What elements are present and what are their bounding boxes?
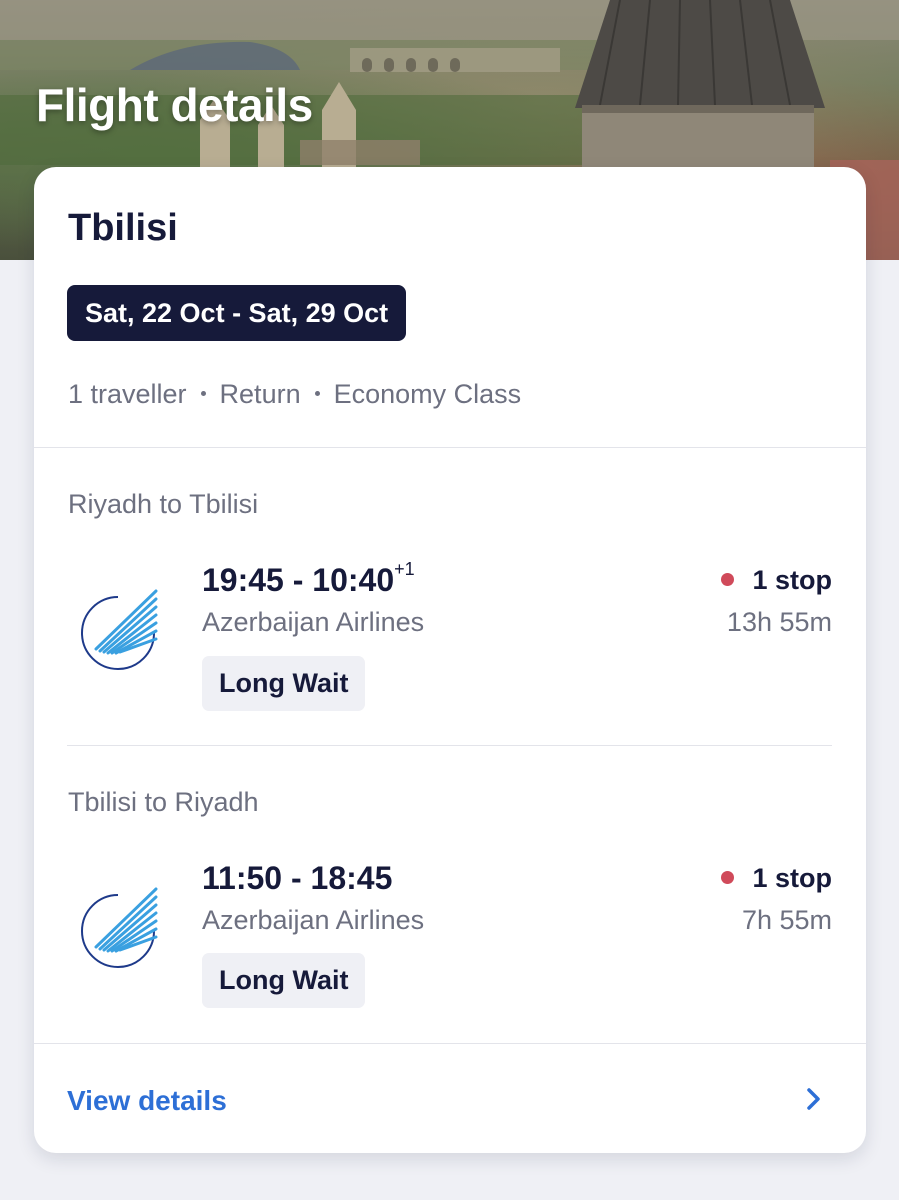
traveller-count: 1 traveller (68, 379, 187, 409)
long-wait-badge: Long Wait (202, 656, 366, 711)
stops-count: 1 stop (721, 565, 832, 596)
flight-duration: 13h 55m (726, 607, 832, 637)
trip-type: Return (219, 379, 301, 409)
azerbaijan-airlines-logo-icon (81, 589, 158, 670)
date-range-badge: Sat, 22 Oct - Sat, 29 Oct (67, 285, 407, 341)
leg-title-outbound: Riyadh to Tbilisi (68, 489, 259, 519)
stop-dot-icon (721, 871, 735, 884)
destination-title: Tbilisi (68, 207, 178, 249)
stop-dot-icon (721, 573, 735, 586)
trip-meta: 1 traveller Return Economy Class (68, 379, 521, 410)
cabin-class: Economy Class (333, 379, 522, 409)
flight-duration: 7h 55m (741, 905, 832, 935)
divider (67, 745, 832, 746)
flight-times-text: 11:50 - 18:45 (202, 860, 393, 896)
divider (34, 447, 866, 448)
airline-name: Azerbaijan Airlines (202, 607, 425, 637)
separator-dot (314, 391, 320, 397)
flight-times: 11:50 - 18:45 (202, 860, 392, 897)
stops-count: 1 stop (721, 863, 832, 894)
long-wait-badge: Long Wait (202, 953, 366, 1008)
view-details-link[interactable]: View details (67, 1085, 227, 1117)
separator-dot (200, 391, 206, 397)
stops-text: 1 stop (752, 863, 832, 893)
chevron-right-icon[interactable] (802, 1085, 826, 1113)
divider (34, 1043, 866, 1044)
day-offset: +1 (394, 559, 415, 580)
stops-text: 1 stop (752, 565, 832, 595)
flight-times-text: 19:45 - 10:40 (202, 562, 395, 598)
azerbaijan-airlines-logo-icon (81, 887, 158, 968)
airline-name: Azerbaijan Airlines (202, 905, 425, 935)
page-title: Flight details (36, 79, 313, 131)
flight-times: 19:45 - 10:40+1 (202, 559, 415, 599)
leg-title-return: Tbilisi to Riyadh (68, 787, 259, 817)
flight-summary-card: Tbilisi Sat, 22 Oct - Sat, 29 Oct 1 trav… (34, 167, 866, 1153)
